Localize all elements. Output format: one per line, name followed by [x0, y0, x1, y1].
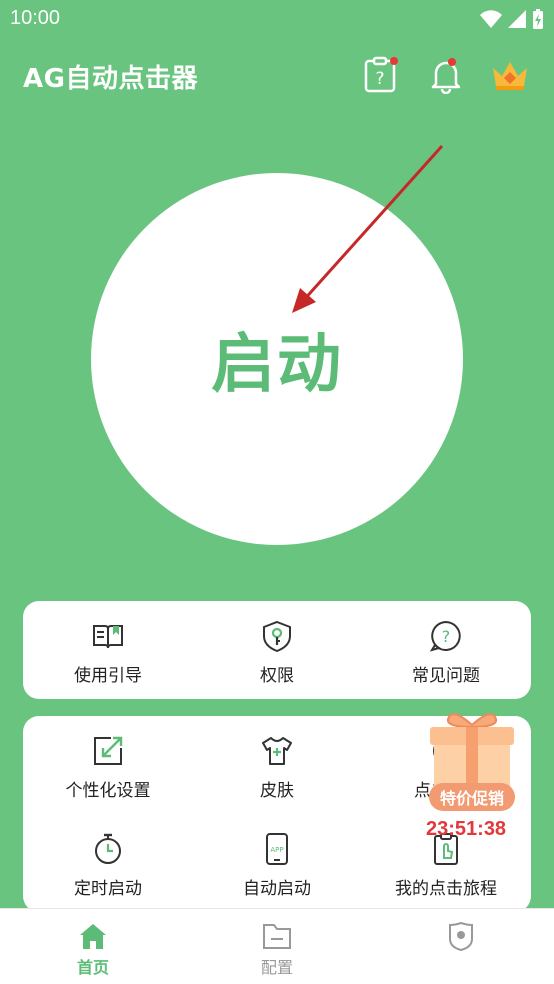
- app-phone-icon: APP: [266, 833, 288, 865]
- faq-item[interactable]: ? 常见问题: [361, 619, 531, 686]
- faq-label: 常见问题: [412, 666, 480, 686]
- permission-shield-icon: [263, 620, 291, 653]
- permission-label: 权限: [260, 666, 294, 686]
- nav-home[interactable]: 首页: [43, 909, 143, 984]
- svg-text:?: ?: [375, 69, 384, 89]
- notification-bell-icon[interactable]: [427, 56, 465, 94]
- profile-badge-icon: [449, 921, 473, 951]
- svg-text:APP: APP: [270, 846, 283, 854]
- nav-config-label: 配置: [260, 958, 293, 977]
- help-clipboard-icon[interactable]: ?: [362, 56, 400, 94]
- quick-links-card: 使用引导 权限 ? 常见问题: [23, 601, 531, 699]
- nav-home-label: 首页: [76, 958, 109, 977]
- promo-badge: 特价促销: [429, 783, 515, 811]
- guide-book-icon: [93, 625, 123, 649]
- home-icon: [80, 924, 106, 949]
- skin-label: 皮肤: [260, 781, 294, 801]
- battery-icon: [533, 9, 543, 29]
- signal-icon: [508, 10, 526, 28]
- start-button[interactable]: 启动: [91, 173, 463, 545]
- personalize-label: 个性化设置: [65, 781, 151, 801]
- permission-item[interactable]: 权限: [192, 619, 362, 686]
- start-label: 启动: [211, 328, 343, 402]
- usage-guide-item[interactable]: 使用引导: [23, 619, 193, 686]
- folder-icon: [263, 924, 291, 949]
- faq-icon: ?: [429, 621, 461, 652]
- wifi-icon: [480, 10, 502, 28]
- skin-item[interactable]: 皮肤: [192, 734, 362, 801]
- timer-start-label: 定时启动: [74, 879, 142, 899]
- svg-text:?: ?: [442, 627, 451, 646]
- nav-profile[interactable]: [411, 909, 511, 984]
- bottom-nav: 首页 配置: [0, 908, 554, 984]
- promo-gift[interactable]: 特价促销 23:51:38: [422, 707, 522, 847]
- status-icons: [480, 8, 544, 30]
- timer-start-item[interactable]: 定时启动: [23, 832, 193, 899]
- app-header: AG自动点击器 ?: [0, 38, 554, 110]
- app-title: AG自动点击器: [23, 64, 198, 94]
- gift-box-icon: [430, 713, 514, 791]
- usage-guide-label: 使用引导: [74, 666, 142, 686]
- click-journey-label: 我的点击旅程: [395, 879, 497, 899]
- status-time: 10:00: [10, 7, 61, 29]
- auto-start-label: 自动启动: [243, 879, 311, 899]
- promo-timer: 23:51:38: [426, 818, 507, 840]
- vip-crown-icon[interactable]: [490, 56, 530, 94]
- nav-config[interactable]: 配置: [227, 909, 327, 984]
- tshirt-icon: [262, 737, 292, 765]
- personalize-item[interactable]: 个性化设置: [23, 734, 193, 801]
- timer-icon: [95, 833, 121, 864]
- auto-start-item[interactable]: APP 自动启动: [192, 832, 362, 899]
- personalize-icon: [94, 736, 123, 765]
- status-bar: 10:00: [0, 0, 554, 38]
